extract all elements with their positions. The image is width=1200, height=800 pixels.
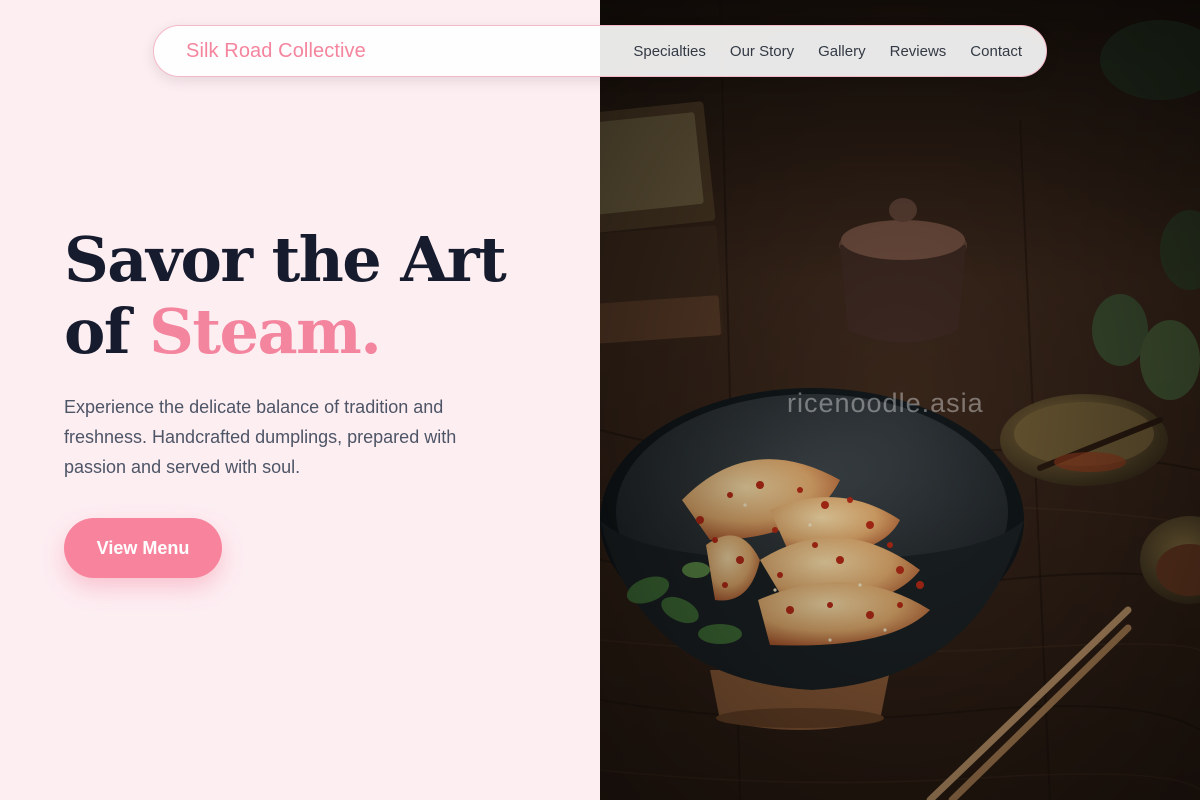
watermark-text: ricenoodle.asia <box>787 388 984 418</box>
hero-title-accent: Steam. <box>149 295 382 368</box>
nav-link-contact[interactable]: Contact <box>970 43 1022 60</box>
nav-links: Specialties Our Story Gallery Reviews Co… <box>633 43 1022 60</box>
hero-title-line1: Savor the Art <box>64 223 507 296</box>
brand-logo[interactable]: Silk Road Collective <box>186 40 366 63</box>
nav-link-specialties[interactable]: Specialties <box>633 43 706 60</box>
nav-link-reviews[interactable]: Reviews <box>890 43 947 60</box>
hero-title-line2-prefix: of <box>64 295 150 368</box>
hero-description: Experience the delicate balance of tradi… <box>64 397 457 477</box>
top-navbar: Silk Road Collective Specialties Our Sto… <box>153 25 1047 77</box>
hero-title: Savor the Art of Steam. <box>64 224 584 368</box>
nav-link-our-story[interactable]: Our Story <box>730 43 794 60</box>
nav-link-gallery[interactable]: Gallery <box>818 43 866 60</box>
view-menu-button[interactable]: View Menu <box>64 518 222 578</box>
